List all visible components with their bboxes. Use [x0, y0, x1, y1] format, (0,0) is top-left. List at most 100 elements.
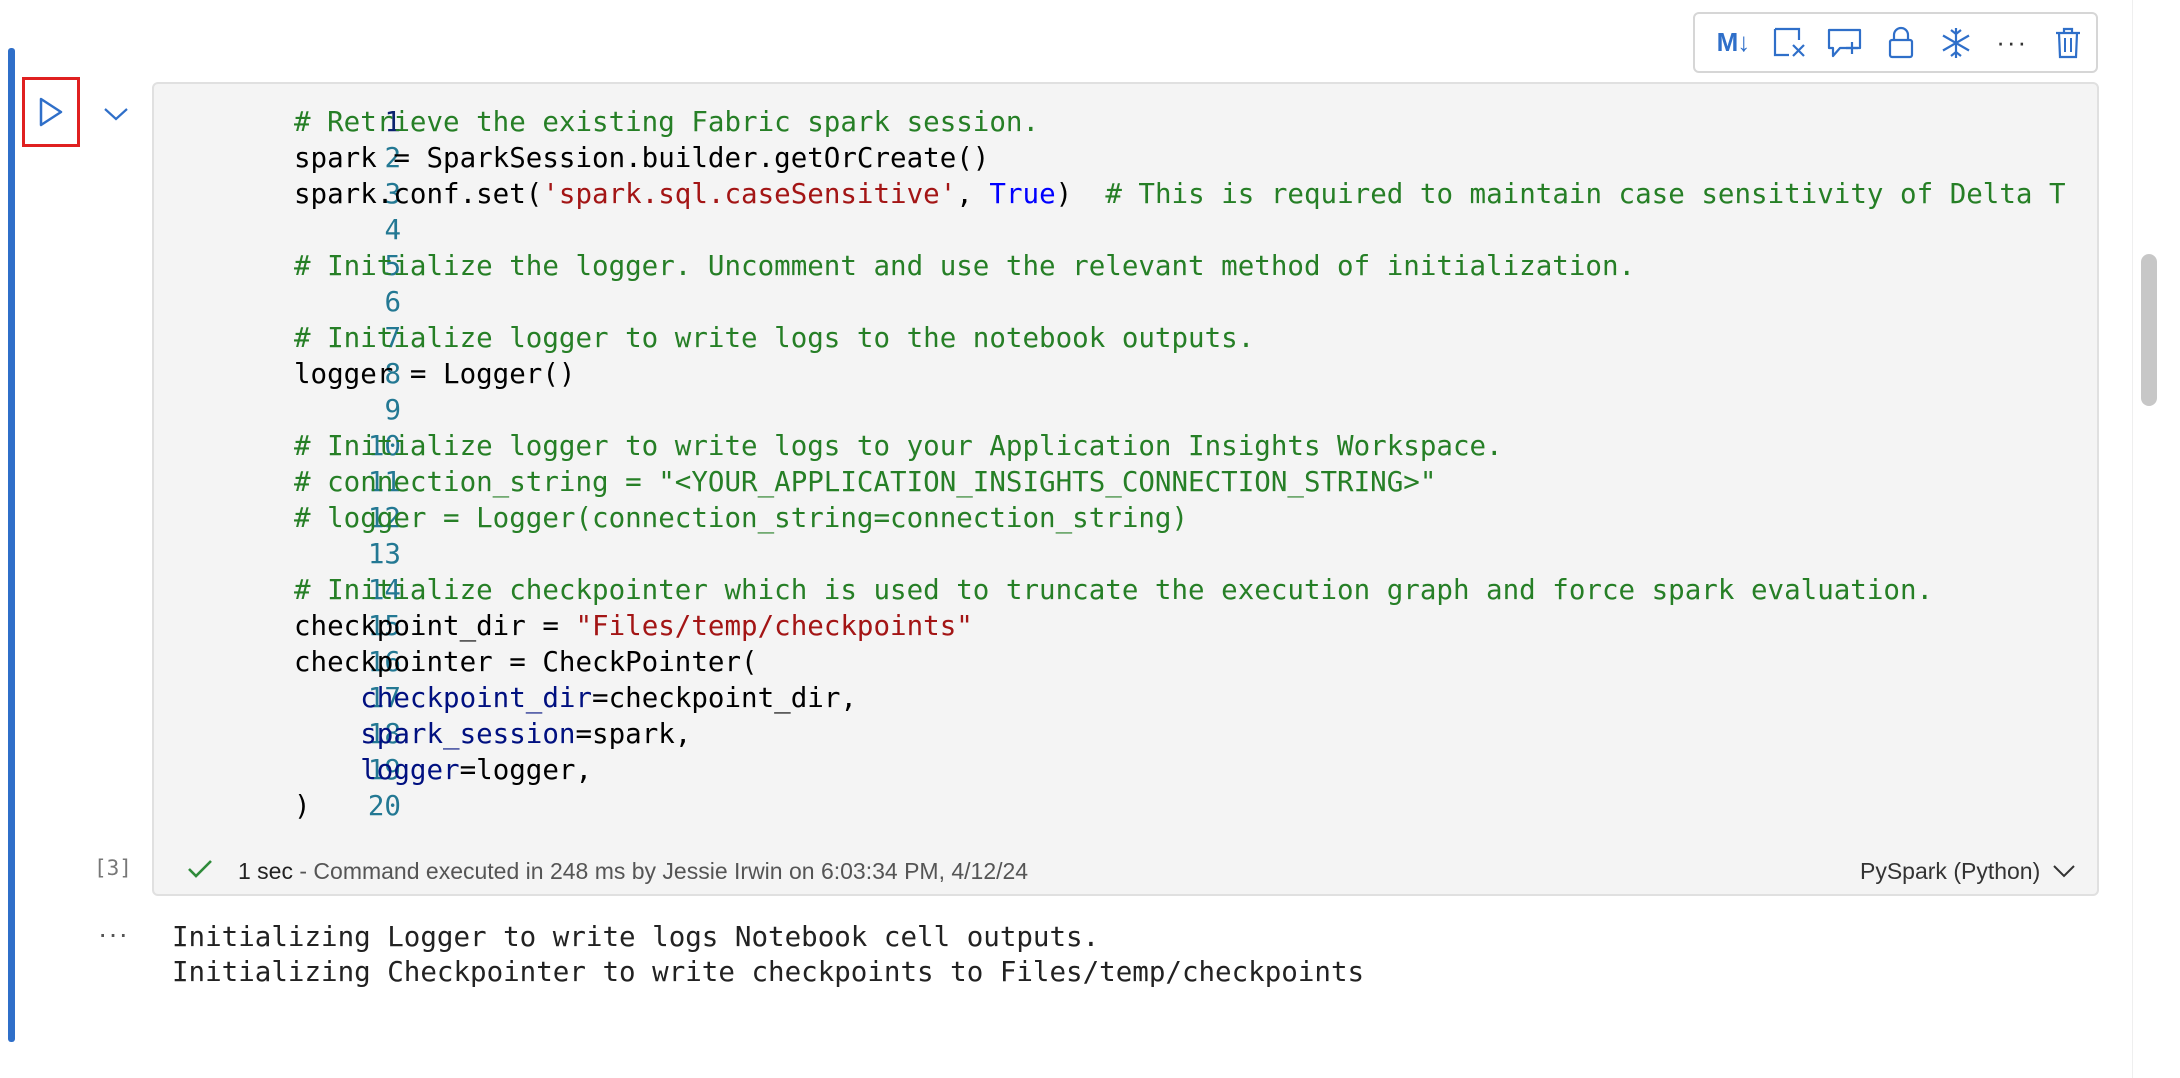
line-number: 13 [367, 538, 401, 570]
line-number: 4 [384, 214, 401, 246]
more-options-button[interactable]: ··· [1984, 15, 2040, 71]
code-token-string: 'spark.sql.caseSensitive' [542, 178, 957, 210]
cell-output: Initializing Logger to write logs Notebo… [172, 920, 1364, 990]
code-text: checkpointer = CheckPointer( [294, 644, 758, 680]
code-line[interactable]: 9 [154, 392, 2097, 428]
code-token-comment: # Retrieve the existing Fabric spark ses… [294, 106, 1040, 138]
lock-cell-button[interactable] [1873, 15, 1929, 71]
code-token-comment: # Initialize logger to write logs to you… [294, 430, 1503, 462]
code-text: logger = Logger() [294, 356, 575, 392]
output-more-button[interactable]: ··· [98, 918, 129, 950]
code-line[interactable]: 18 spark_session=spark, [154, 716, 2097, 752]
vertical-scrollbar[interactable] [2132, 0, 2180, 1078]
code-text: ) [294, 788, 311, 824]
code-line[interactable]: 14 # Initialize checkpointer which is use… [154, 572, 2097, 608]
code-line[interactable]: 5 # Initialize the logger. Uncomment and … [154, 248, 2097, 284]
code-editor[interactable]: 1 # Retrieve the existing Fabric spark se… [154, 104, 2097, 824]
code-text: spark = SparkSession.builder.getOrCreate… [294, 140, 989, 176]
code-token-comment: # Initialize the logger. Uncomment and u… [294, 250, 1636, 282]
code-token-param: spark_session [360, 718, 576, 750]
code-line[interactable]: 10 # Initialize logger to write logs to y… [154, 428, 2097, 464]
run-cell-button[interactable] [22, 77, 80, 147]
code-line[interactable]: 2 spark = SparkSession.builder.getOrCreat… [154, 140, 2097, 176]
add-comment-icon [1827, 28, 1861, 57]
code-cell[interactable]: 1 # Retrieve the existing Fabric spark se… [152, 82, 2099, 896]
check-icon [188, 860, 212, 878]
code-line[interactable]: 4 [154, 212, 2097, 248]
collapse-cell-button[interactable] [98, 96, 134, 132]
code-text: # Initialize logger to write logs to you… [294, 428, 1503, 464]
code-token-comment: # This is required to maintain case sens… [1105, 178, 2066, 210]
execution-status: 1 sec - Command executed in 248 ms by Je… [238, 854, 1028, 888]
language-select[interactable]: PySpark (Python) [1860, 854, 2076, 888]
code-token-param: checkpoint_dir [360, 682, 593, 714]
code-token-kw: True [989, 178, 1056, 210]
markdown-toggle-icon: M↓ [1716, 27, 1751, 57]
lock-icon [1888, 26, 1913, 58]
more-options-icon: ··· [1996, 27, 2029, 57]
code-token-plain: checkpointer = CheckPointer( [294, 646, 758, 678]
code-line[interactable]: 19 logger=logger, [154, 752, 2097, 788]
delete-icon [2056, 27, 2081, 58]
code-token-comment: # logger = Logger(connection_string=conn… [294, 502, 1189, 534]
cell-focus-bar [8, 48, 15, 1042]
code-token-plain: checkpoint_dir = [294, 610, 576, 642]
code-line[interactable]: 1 # Retrieve the existing Fabric spark se… [154, 104, 2097, 140]
code-line[interactable]: 3 spark.conf.set('spark.sql.caseSensitive… [154, 176, 2097, 212]
code-token-comment: # Initialize checkpointer which is used … [294, 574, 1934, 606]
code-text: checkpoint_dir = "Files/temp/checkpoints… [294, 608, 973, 644]
freeze-cell-button[interactable] [1928, 15, 1984, 71]
code-line[interactable]: 12 # logger = Logger(connection_string=co… [154, 500, 2097, 536]
cell-toolbar: M↓ ··· [1693, 12, 2098, 73]
output-line: Initializing Logger to write logs Notebo… [172, 921, 1100, 953]
cell-status-bar: 1 sec - Command executed in 248 ms by Je… [154, 849, 2097, 894]
code-text: spark.conf.set('spark.sql.caseSensitive'… [294, 176, 2066, 212]
code-token-plain: =spark, [575, 718, 692, 750]
code-token-plain: logger = Logger() [294, 358, 576, 390]
freeze-icon [1942, 27, 1970, 58]
execution-duration: 1 sec [238, 858, 293, 884]
code-text: logger=logger, [294, 752, 592, 788]
scrollbar-thumb[interactable] [2141, 254, 2157, 406]
code-line[interactable]: 8 logger = Logger() [154, 356, 2097, 392]
code-token-plain: =logger, [459, 754, 593, 786]
chevron-down-icon [2053, 865, 2075, 878]
code-line[interactable]: 20) [154, 788, 2097, 824]
code-token-plain: ) [294, 790, 311, 822]
code-line[interactable]: 7 # Initialize logger to write logs to th… [154, 320, 2097, 356]
code-line[interactable]: 16 checkpointer = CheckPointer( [154, 644, 2097, 680]
code-line[interactable]: 6 [154, 284, 2097, 320]
code-token-comment: # connection_string = "<YOUR_APPLICATION… [294, 466, 1437, 498]
line-number: 9 [384, 394, 401, 426]
markdown-toggle-button[interactable]: M↓ [1705, 15, 1761, 71]
execution-count: [3] [94, 856, 132, 880]
code-text: # Retrieve the existing Fabric spark ses… [294, 104, 1039, 140]
output-line: Initializing Checkpointer to write check… [172, 956, 1365, 988]
code-line[interactable]: 11 # connection_string = "<YOUR_APPLICATI… [154, 464, 2097, 500]
code-line[interactable]: 13 [154, 536, 2097, 572]
code-line[interactable]: 17 checkpoint_dir=checkpoint_dir, [154, 680, 2097, 716]
code-line[interactable]: 15 checkpoint_dir = "Files/temp/checkpoin… [154, 608, 2097, 644]
delete-cell-button[interactable] [2040, 15, 2096, 71]
code-token-plain: , [956, 178, 990, 210]
code-text: # Initialize the logger. Uncomment and u… [294, 248, 1635, 284]
clear-output-icon [1773, 27, 1805, 57]
clear-output-button[interactable] [1761, 15, 1817, 71]
code-token-plain: spark = SparkSession.builder.getOrCreate… [294, 142, 990, 174]
chevron-down-icon [104, 108, 128, 121]
play-icon [39, 97, 63, 127]
add-comment-button[interactable] [1817, 15, 1873, 71]
code-token-param: logger [360, 754, 460, 786]
code-token-plain: spark.conf.set( [294, 178, 543, 210]
code-text: # connection_string = "<YOUR_APPLICATION… [294, 464, 1436, 500]
code-text: checkpoint_dir=checkpoint_dir, [294, 680, 857, 716]
code-token-string: "Files/temp/checkpoints" [575, 610, 973, 642]
code-text: spark_session=spark, [294, 716, 691, 752]
line-number: 20 [367, 790, 401, 822]
language-label: PySpark (Python) [1860, 857, 2041, 884]
code-token-plain: =checkpoint_dir, [592, 682, 857, 714]
code-text: # Initialize logger to write logs to the… [294, 320, 1254, 356]
